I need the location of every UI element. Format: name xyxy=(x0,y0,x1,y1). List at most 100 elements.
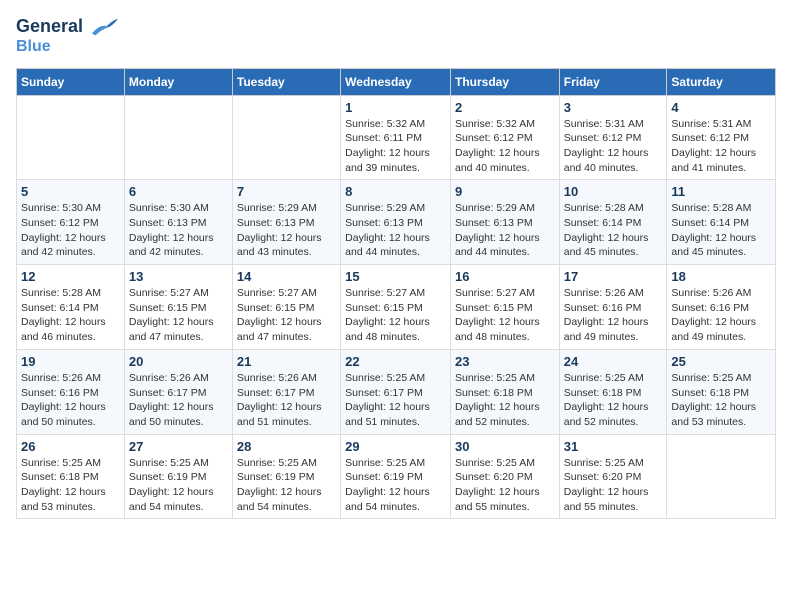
day-info: Sunrise: 5:27 AM Sunset: 6:15 PM Dayligh… xyxy=(129,286,228,345)
day-number: 29 xyxy=(345,439,446,454)
calendar-cell: 21 Sunrise: 5:26 AM Sunset: 6:17 PM Dayli… xyxy=(232,349,340,434)
calendar-cell: 6 Sunrise: 5:30 AM Sunset: 6:13 PM Daylig… xyxy=(124,180,232,265)
calendar-cell: 2Sunrise: 5:32 AM Sunset: 6:12 PM Daylig… xyxy=(450,95,559,180)
day-number: 4 xyxy=(671,100,771,115)
day-info: Sunrise: 5:25 AM Sunset: 6:18 PM Dayligh… xyxy=(671,371,771,430)
day-number: 8 xyxy=(345,184,446,199)
logo-blue: Blue xyxy=(16,38,118,56)
day-info: Sunrise: 5:25 AM Sunset: 6:18 PM Dayligh… xyxy=(455,371,555,430)
logo: General Blue xyxy=(16,16,118,56)
calendar-cell: 22 Sunrise: 5:25 AM Sunset: 6:17 PM Dayli… xyxy=(341,349,451,434)
day-number: 15 xyxy=(345,269,446,284)
calendar-cell: 30Sunrise: 5:25 AM Sunset: 6:20 PM Dayli… xyxy=(450,434,559,519)
day-number: 11 xyxy=(671,184,771,199)
calendar-cell: 20 Sunrise: 5:26 AM Sunset: 6:17 PM Dayli… xyxy=(124,349,232,434)
calendar-cell: 4 Sunrise: 5:31 AM Sunset: 6:12 PM Daylig… xyxy=(667,95,776,180)
calendar-cell: 26 Sunrise: 5:25 AM Sunset: 6:18 PM Dayli… xyxy=(17,434,125,519)
calendar-cell: 5Sunrise: 5:30 AM Sunset: 6:12 PM Daylig… xyxy=(17,180,125,265)
calendar-cell: 12 Sunrise: 5:28 AM Sunset: 6:14 PM Dayli… xyxy=(17,265,125,350)
day-info: Sunrise: 5:25 AM Sunset: 6:17 PM Dayligh… xyxy=(345,371,446,430)
calendar-cell: 23 Sunrise: 5:25 AM Sunset: 6:18 PM Dayli… xyxy=(450,349,559,434)
calendar-cell: 9 Sunrise: 5:29 AM Sunset: 6:13 PM Daylig… xyxy=(450,180,559,265)
day-info: Sunrise: 5:26 AM Sunset: 6:16 PM Dayligh… xyxy=(564,286,663,345)
column-header-saturday: Saturday xyxy=(667,68,776,95)
day-number: 17 xyxy=(564,269,663,284)
calendar-cell xyxy=(232,95,340,180)
day-info: Sunrise: 5:26 AM Sunset: 6:17 PM Dayligh… xyxy=(129,371,228,430)
day-number: 20 xyxy=(129,354,228,369)
day-number: 14 xyxy=(237,269,336,284)
day-info: Sunrise: 5:28 AM Sunset: 6:14 PM Dayligh… xyxy=(564,201,663,260)
day-number: 3 xyxy=(564,100,663,115)
day-number: 1 xyxy=(345,100,446,115)
calendar-cell: 7 Sunrise: 5:29 AM Sunset: 6:13 PM Daylig… xyxy=(232,180,340,265)
day-number: 23 xyxy=(455,354,555,369)
calendar-header-row: SundayMondayTuesdayWednesdayThursdayFrid… xyxy=(17,68,776,95)
calendar-cell: 13 Sunrise: 5:27 AM Sunset: 6:15 PM Dayli… xyxy=(124,265,232,350)
day-number: 21 xyxy=(237,354,336,369)
calendar-week-row: 26 Sunrise: 5:25 AM Sunset: 6:18 PM Dayli… xyxy=(17,434,776,519)
day-info: Sunrise: 5:29 AM Sunset: 6:13 PM Dayligh… xyxy=(345,201,446,260)
calendar-cell: 16 Sunrise: 5:27 AM Sunset: 6:15 PM Dayli… xyxy=(450,265,559,350)
calendar-cell: 15 Sunrise: 5:27 AM Sunset: 6:15 PM Dayli… xyxy=(341,265,451,350)
day-info: Sunrise: 5:25 AM Sunset: 6:20 PM Dayligh… xyxy=(564,456,663,515)
calendar-cell: 10 Sunrise: 5:28 AM Sunset: 6:14 PM Dayli… xyxy=(559,180,667,265)
column-header-wednesday: Wednesday xyxy=(341,68,451,95)
column-header-thursday: Thursday xyxy=(450,68,559,95)
day-number: 28 xyxy=(237,439,336,454)
calendar-cell: 24 Sunrise: 5:25 AM Sunset: 6:18 PM Dayli… xyxy=(559,349,667,434)
day-info: Sunrise: 5:27 AM Sunset: 6:15 PM Dayligh… xyxy=(345,286,446,345)
day-number: 6 xyxy=(129,184,228,199)
day-number: 27 xyxy=(129,439,228,454)
calendar-cell xyxy=(17,95,125,180)
calendar-cell: 31Sunrise: 5:25 AM Sunset: 6:20 PM Dayli… xyxy=(559,434,667,519)
calendar-cell: 3Sunrise: 5:31 AM Sunset: 6:12 PM Daylig… xyxy=(559,95,667,180)
day-info: Sunrise: 5:29 AM Sunset: 6:13 PM Dayligh… xyxy=(237,201,336,260)
day-number: 25 xyxy=(671,354,771,369)
day-number: 22 xyxy=(345,354,446,369)
day-info: Sunrise: 5:25 AM Sunset: 6:19 PM Dayligh… xyxy=(345,456,446,515)
day-info: Sunrise: 5:32 AM Sunset: 6:12 PM Dayligh… xyxy=(455,117,555,176)
calendar-cell: 28 Sunrise: 5:25 AM Sunset: 6:19 PM Dayli… xyxy=(232,434,340,519)
day-info: Sunrise: 5:29 AM Sunset: 6:13 PM Dayligh… xyxy=(455,201,555,260)
day-info: Sunrise: 5:27 AM Sunset: 6:15 PM Dayligh… xyxy=(455,286,555,345)
column-header-monday: Monday xyxy=(124,68,232,95)
day-info: Sunrise: 5:28 AM Sunset: 6:14 PM Dayligh… xyxy=(21,286,120,345)
day-info: Sunrise: 5:26 AM Sunset: 6:17 PM Dayligh… xyxy=(237,371,336,430)
day-number: 13 xyxy=(129,269,228,284)
day-number: 24 xyxy=(564,354,663,369)
calendar-week-row: 12 Sunrise: 5:28 AM Sunset: 6:14 PM Dayli… xyxy=(17,265,776,350)
logo-bird-icon xyxy=(90,16,118,38)
day-info: Sunrise: 5:25 AM Sunset: 6:18 PM Dayligh… xyxy=(21,456,120,515)
day-number: 5 xyxy=(21,184,120,199)
calendar-cell: 11 Sunrise: 5:28 AM Sunset: 6:14 PM Dayli… xyxy=(667,180,776,265)
page-header: General Blue xyxy=(16,16,776,56)
calendar-cell xyxy=(124,95,232,180)
calendar-cell: 19 Sunrise: 5:26 AM Sunset: 6:16 PM Dayli… xyxy=(17,349,125,434)
day-info: Sunrise: 5:30 AM Sunset: 6:13 PM Dayligh… xyxy=(129,201,228,260)
day-number: 19 xyxy=(21,354,120,369)
day-number: 12 xyxy=(21,269,120,284)
day-number: 9 xyxy=(455,184,555,199)
day-number: 7 xyxy=(237,184,336,199)
day-info: Sunrise: 5:26 AM Sunset: 6:16 PM Dayligh… xyxy=(21,371,120,430)
calendar-cell: 17 Sunrise: 5:26 AM Sunset: 6:16 PM Dayli… xyxy=(559,265,667,350)
day-info: Sunrise: 5:25 AM Sunset: 6:19 PM Dayligh… xyxy=(129,456,228,515)
day-number: 26 xyxy=(21,439,120,454)
day-info: Sunrise: 5:28 AM Sunset: 6:14 PM Dayligh… xyxy=(671,201,771,260)
day-number: 16 xyxy=(455,269,555,284)
column-header-tuesday: Tuesday xyxy=(232,68,340,95)
calendar-cell: 29 Sunrise: 5:25 AM Sunset: 6:19 PM Dayli… xyxy=(341,434,451,519)
calendar-cell: 8 Sunrise: 5:29 AM Sunset: 6:13 PM Daylig… xyxy=(341,180,451,265)
day-number: 10 xyxy=(564,184,663,199)
calendar-week-row: 1 Sunrise: 5:32 AM Sunset: 6:11 PM Daylig… xyxy=(17,95,776,180)
column-header-sunday: Sunday xyxy=(17,68,125,95)
day-info: Sunrise: 5:25 AM Sunset: 6:19 PM Dayligh… xyxy=(237,456,336,515)
day-info: Sunrise: 5:32 AM Sunset: 6:11 PM Dayligh… xyxy=(345,117,446,176)
logo-text: General Blue xyxy=(16,16,118,56)
day-info: Sunrise: 5:31 AM Sunset: 6:12 PM Dayligh… xyxy=(671,117,771,176)
day-info: Sunrise: 5:25 AM Sunset: 6:18 PM Dayligh… xyxy=(564,371,663,430)
day-info: Sunrise: 5:26 AM Sunset: 6:16 PM Dayligh… xyxy=(671,286,771,345)
calendar-table: SundayMondayTuesdayWednesdayThursdayFrid… xyxy=(16,68,776,520)
column-header-friday: Friday xyxy=(559,68,667,95)
